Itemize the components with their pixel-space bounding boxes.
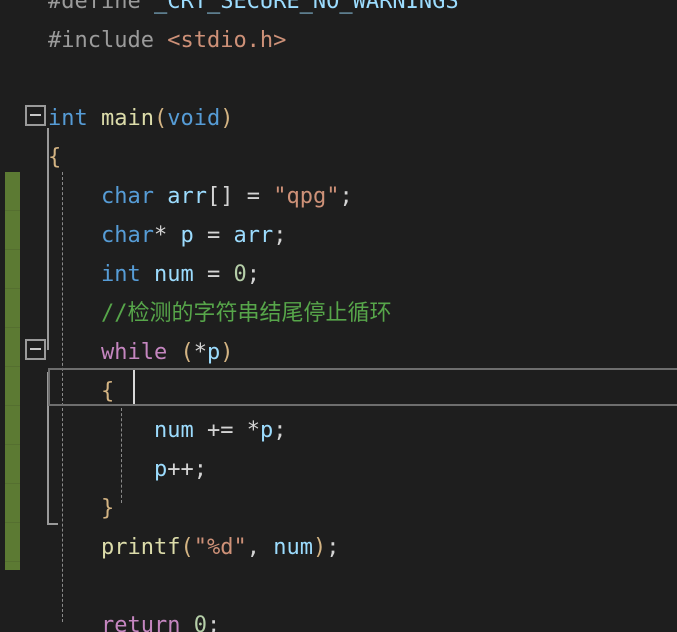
code-line-15[interactable]: printf("%d", num); (0, 528, 677, 567)
paren-close: ) (220, 340, 234, 365)
function-name-main: main (101, 106, 154, 131)
keyword-int: int (100, 262, 141, 287)
semicolon: ; (206, 613, 221, 632)
semicolon: ; (246, 262, 260, 287)
variable-arr: arr (233, 223, 274, 248)
code-line-5[interactable]: { (0, 138, 677, 177)
variable-num: num (273, 535, 313, 560)
variable-p: p (259, 418, 274, 443)
variable-arr: arr (167, 184, 207, 209)
assign-operator: = (193, 262, 234, 287)
macro-name: _CRT_SECURE_NO_WARNINGS (140, 0, 459, 14)
brace-close-while: } (100, 496, 115, 521)
plus-equals-operator: += (206, 418, 234, 443)
variable-p: p (180, 223, 194, 248)
variable-p: p (153, 457, 168, 482)
paren-open: ( (180, 535, 194, 560)
comma: , (246, 535, 274, 560)
code-line-3-blank[interactable] (0, 60, 677, 99)
preprocessor-define: #define (48, 0, 141, 14)
number-zero: 0 (233, 262, 247, 287)
function-name-printf: printf (100, 535, 181, 560)
code-text-area[interactable]: #define _CRT_SECURE_NO_WARNINGS #include… (0, 0, 677, 632)
code-line-1[interactable]: #define _CRT_SECURE_NO_WARNINGS (0, 0, 677, 21)
code-line-11-current[interactable]: { (0, 372, 677, 411)
dereference-star: * (246, 418, 260, 443)
code-line-13[interactable]: p++; (0, 450, 677, 489)
number-zero: 0 (193, 613, 207, 632)
code-line-10[interactable]: while (*p) (0, 333, 677, 372)
variable-num: num (153, 262, 194, 287)
keyword-while: while (100, 340, 168, 365)
keyword-int: int (48, 106, 88, 131)
assign-operator: = (233, 184, 274, 209)
code-editor-window[interactable]: #define _CRT_SECURE_NO_WARNINGS #include… (0, 0, 677, 632)
include-header-path: <stdio.h> (153, 28, 287, 53)
comment-chinese: //检测的字符串结尾停止循环 (100, 301, 392, 326)
code-line-7[interactable]: char* p = arr; (0, 216, 677, 255)
semicolon: ; (273, 223, 287, 248)
semicolon: ; (326, 535, 340, 560)
brace-open-main: { (48, 145, 62, 170)
code-line-4[interactable]: int main(void) (0, 99, 677, 138)
brace-open-while: { (100, 379, 115, 404)
assign-operator: = (193, 223, 234, 248)
paren-open: ( (153, 106, 168, 131)
preprocessor-include: #include (48, 28, 154, 53)
variable-num: num (153, 418, 194, 443)
string-literal-qpg: "qpg" (273, 184, 340, 209)
keyword-void: void (167, 106, 221, 131)
semicolon: ; (273, 418, 287, 443)
code-line-14[interactable]: } (0, 489, 677, 528)
string-literal-format: "%d" (193, 535, 247, 560)
semicolon: ; (339, 184, 353, 209)
code-line-6[interactable]: char arr[] = "qpg"; (0, 177, 677, 216)
keyword-return: return (100, 613, 181, 632)
paren-close: ) (220, 106, 234, 131)
keyword-char: char (100, 184, 154, 209)
code-line-12[interactable]: num += *p; (0, 411, 677, 450)
paren-open: ( (180, 340, 194, 365)
paren-close: ) (312, 535, 327, 560)
code-line-9[interactable]: //检测的字符串结尾停止循环 (0, 294, 677, 333)
keyword-char: char (100, 223, 154, 248)
code-line-16-blank[interactable] (0, 567, 677, 606)
dereference-star: * (193, 340, 207, 365)
code-line-2[interactable]: #include <stdio.h> (0, 21, 677, 60)
code-line-17[interactable]: return 0; (0, 606, 677, 632)
variable-p: p (206, 340, 221, 365)
semicolon: ; (193, 457, 207, 482)
increment-operator: ++ (167, 457, 194, 482)
pointer-star: * (153, 223, 168, 248)
code-line-8[interactable]: int num = 0; (0, 255, 677, 294)
array-brackets: [] (206, 184, 234, 209)
